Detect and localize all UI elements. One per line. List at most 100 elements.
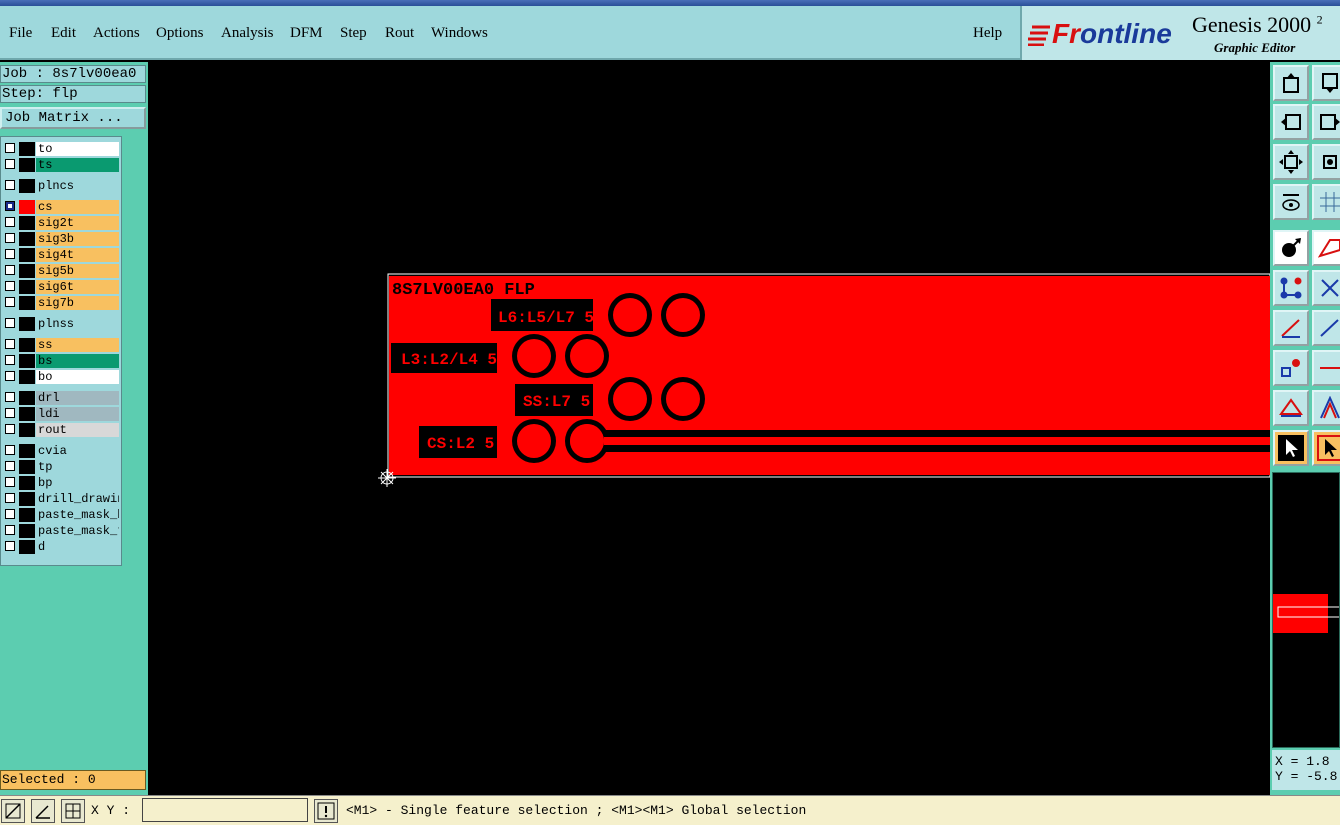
layer-color-swatch[interactable]	[19, 423, 35, 437]
layer-name[interactable]: rout	[36, 423, 119, 437]
menu-options[interactable]: Options	[156, 25, 204, 42]
grid-snap-button[interactable]	[61, 799, 85, 823]
layer-color-swatch[interactable]	[19, 179, 35, 193]
layer-name[interactable]: d	[36, 540, 119, 554]
select-area-button[interactable]	[1312, 430, 1340, 466]
layer-name[interactable]: sig4t	[36, 248, 119, 262]
layer-color-swatch[interactable]	[19, 317, 35, 331]
layer-checkbox[interactable]	[5, 392, 15, 402]
pad-tool-button[interactable]	[1273, 350, 1309, 386]
layer-name[interactable]: ss	[36, 338, 119, 352]
layer-checkbox[interactable]	[5, 461, 15, 471]
menu-actions[interactable]: Actions	[93, 25, 140, 42]
layer-color-swatch[interactable]	[19, 492, 35, 506]
layer-row-sig4t[interactable]: sig4t	[3, 248, 119, 262]
layer-name[interactable]: plnss	[36, 317, 119, 331]
layer-color-swatch[interactable]	[19, 391, 35, 405]
layer-color-swatch[interactable]	[19, 444, 35, 458]
layer-name[interactable]: bs	[36, 354, 119, 368]
menu-edit[interactable]: Edit	[51, 25, 76, 42]
menu-file[interactable]: File	[9, 25, 32, 42]
layer-name[interactable]: drl	[36, 391, 119, 405]
layer-checkbox[interactable]	[5, 249, 15, 259]
layer-color-swatch[interactable]	[19, 232, 35, 246]
layer-name[interactable]: cvia	[36, 444, 119, 458]
layer-row-to[interactable]: to	[3, 142, 119, 156]
job-matrix-button[interactable]: Job Matrix ...	[0, 107, 146, 129]
menu-step[interactable]: Step	[340, 25, 367, 42]
layer-name[interactable]: ldi	[36, 407, 119, 421]
layer-checkbox[interactable]	[5, 180, 15, 190]
layer-color-swatch[interactable]	[19, 354, 35, 368]
layer-color-swatch[interactable]	[19, 540, 35, 554]
layer-color-swatch[interactable]	[19, 216, 35, 230]
layer-checkbox[interactable]	[5, 493, 15, 503]
layer-row-tp[interactable]: tp	[3, 460, 119, 474]
layer-checkbox[interactable]	[5, 424, 15, 434]
layer-name[interactable]: bo	[36, 370, 119, 384]
layer-row-paste_mask_b[interactable]: paste_mask_b	[3, 508, 119, 522]
cross-button[interactable]	[1312, 270, 1340, 306]
menu-analysis[interactable]: Analysis	[221, 25, 274, 42]
layer-name[interactable]: paste_mask_b	[36, 508, 119, 522]
layer-checkbox[interactable]	[5, 265, 15, 275]
overview-map[interactable]	[1272, 472, 1340, 748]
layer-row-bs[interactable]: bs	[3, 354, 119, 368]
layer-row-rout[interactable]: rout	[3, 423, 119, 437]
layer-checkbox[interactable]	[5, 355, 15, 365]
layer-name[interactable]: sig2t	[36, 216, 119, 230]
layer-row-ss[interactable]: ss	[3, 338, 119, 352]
layer-row-plncs[interactable]: plncs	[3, 179, 119, 193]
layer-color-swatch[interactable]	[19, 407, 35, 421]
layer-row-plnss[interactable]: plnss	[3, 317, 119, 331]
layer-row-sig3b[interactable]: sig3b	[3, 232, 119, 246]
xy-input[interactable]	[142, 798, 308, 822]
triangle-tool-button[interactable]	[1273, 390, 1309, 426]
layer-row-bp[interactable]: bp	[3, 476, 119, 490]
layer-name[interactable]: sig6t	[36, 280, 119, 294]
layer-color-swatch[interactable]	[19, 476, 35, 490]
layer-color-swatch[interactable]	[19, 296, 35, 310]
layer-checkbox[interactable]	[5, 541, 15, 551]
layer-row-paste_mask_t[interactable]: paste_mask_t	[3, 524, 119, 538]
measure-button[interactable]	[1312, 230, 1340, 266]
select-pointer-button[interactable]	[1273, 430, 1309, 466]
layer-row-sig2t[interactable]: sig2t	[3, 216, 119, 230]
info-button[interactable]	[314, 799, 338, 823]
layer-color-swatch[interactable]	[19, 158, 35, 172]
layer-row-sig5b[interactable]: sig5b	[3, 264, 119, 278]
h-line-button[interactable]	[1312, 350, 1340, 386]
layer-checkbox[interactable]	[5, 371, 15, 381]
zoom-top-button[interactable]	[1273, 65, 1309, 101]
layer-checkbox[interactable]	[5, 509, 15, 519]
menu-dfm[interactable]: DFM	[290, 25, 323, 42]
layer-checkbox[interactable]	[5, 233, 15, 243]
layer-name[interactable]: sig5b	[36, 264, 119, 278]
layer-row-drill_drawing[interactable]: drill_drawing	[3, 492, 119, 506]
snap-button[interactable]	[1, 799, 25, 823]
view-options-button[interactable]	[1273, 184, 1309, 220]
layer-row-sig6t[interactable]: sig6t	[3, 280, 119, 294]
layer-color-swatch[interactable]	[19, 370, 35, 384]
layer-checkbox[interactable]	[5, 445, 15, 455]
layer-checkbox[interactable]	[5, 159, 15, 169]
layer-name[interactable]: drill_drawing	[36, 492, 119, 506]
layer-checkbox[interactable]	[5, 217, 15, 227]
layer-checkbox[interactable]	[5, 525, 15, 535]
menu-rout[interactable]: Rout	[385, 25, 414, 42]
feature-info-button[interactable]	[1273, 230, 1309, 266]
layer-color-swatch[interactable]	[19, 508, 35, 522]
layer-row-cvia[interactable]: cvia	[3, 444, 119, 458]
pan-right-button[interactable]	[1312, 104, 1340, 140]
layer-color-swatch[interactable]	[19, 524, 35, 538]
layer-name[interactable]: sig3b	[36, 232, 119, 246]
layer-checkbox[interactable]	[5, 297, 15, 307]
a-tool-button[interactable]	[1312, 390, 1340, 426]
layer-row-ts[interactable]: ts	[3, 158, 119, 172]
layer-color-swatch[interactable]	[19, 338, 35, 352]
layer-row-sig7b[interactable]: sig7b	[3, 296, 119, 310]
layer-color-swatch[interactable]	[19, 248, 35, 262]
layer-name[interactable]: sig7b	[36, 296, 119, 310]
layer-checkbox[interactable]	[5, 281, 15, 291]
layer-checkbox[interactable]	[5, 477, 15, 487]
